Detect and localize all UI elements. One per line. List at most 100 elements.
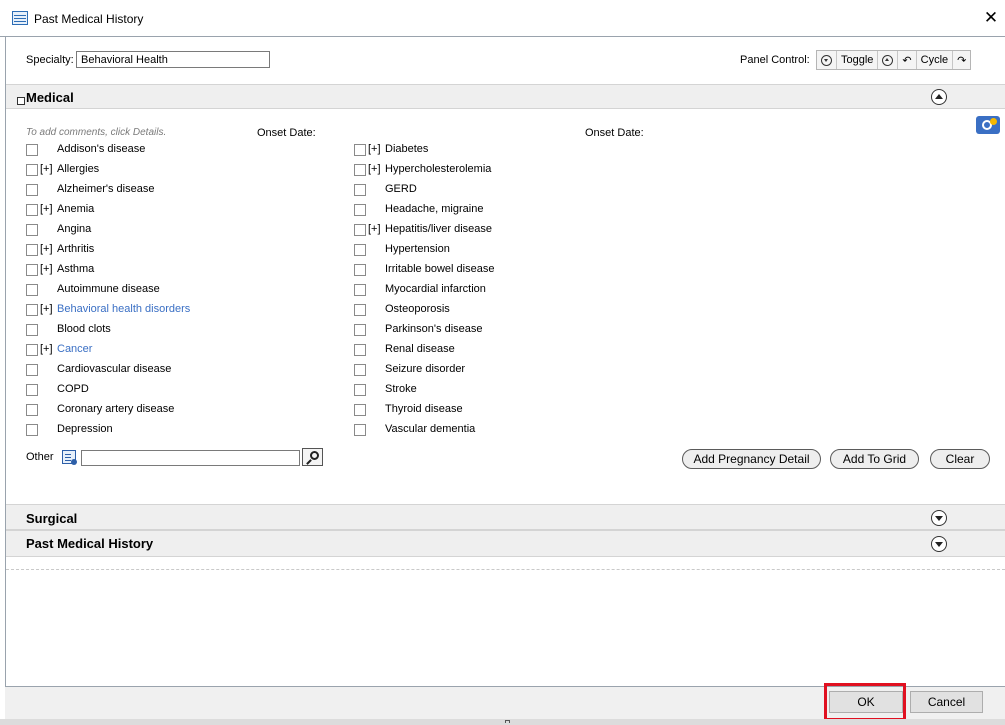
cycle-forward-button[interactable]: ↷	[953, 51, 970, 69]
medical-section-header[interactable]: Medical	[6, 84, 1005, 109]
expand-toggle[interactable]: [+]	[368, 143, 381, 155]
refresh-badge-icon[interactable]	[976, 116, 1000, 134]
list-item: GERD	[354, 182, 654, 202]
cancel-button[interactable]: Cancel	[910, 691, 983, 713]
condition-checkbox[interactable]	[26, 404, 38, 416]
collapse-all-button[interactable]	[817, 51, 837, 69]
condition-checkbox[interactable]	[26, 364, 38, 376]
condition-checkbox[interactable]	[354, 404, 366, 416]
condition-label[interactable]: Blood clots	[57, 323, 111, 335]
condition-label[interactable]: Diabetes	[385, 143, 428, 155]
condition-label[interactable]: Vascular dementia	[385, 423, 475, 435]
condition-checkbox[interactable]	[26, 324, 38, 336]
condition-label[interactable]: Irritable bowel disease	[385, 263, 494, 275]
condition-label[interactable]: Cardiovascular disease	[57, 363, 171, 375]
condition-label[interactable]: Asthma	[57, 263, 94, 275]
toggle-button[interactable]: Toggle	[837, 51, 879, 69]
condition-label[interactable]: Stroke	[385, 383, 417, 395]
condition-checkbox[interactable]	[26, 304, 38, 316]
condition-label[interactable]: Alzheimer's disease	[57, 183, 154, 195]
list-lookup-icon[interactable]	[62, 450, 77, 465]
list-item: Renal disease	[354, 342, 654, 362]
condition-checkbox[interactable]	[354, 264, 366, 276]
cycle-button[interactable]: Cycle	[917, 51, 954, 69]
condition-label[interactable]: GERD	[385, 183, 417, 195]
condition-checkbox[interactable]	[26, 204, 38, 216]
condition-label[interactable]: Hepatitis/liver disease	[385, 223, 492, 235]
condition-label[interactable]: Myocardial infarction	[385, 283, 486, 295]
condition-checkbox[interactable]	[354, 224, 366, 236]
condition-label[interactable]: Addison's disease	[57, 143, 145, 155]
condition-checkbox[interactable]	[354, 324, 366, 336]
expand-toggle[interactable]: [+]	[40, 263, 53, 275]
condition-label[interactable]: Hypercholesterolemia	[385, 163, 491, 175]
condition-label[interactable]: Anemia	[57, 203, 94, 215]
condition-label[interactable]: Autoimmune disease	[57, 283, 160, 295]
add-pregnancy-detail-button[interactable]: Add Pregnancy Detail	[682, 449, 821, 469]
condition-label[interactable]: Headache, migraine	[385, 203, 483, 215]
specialty-input[interactable]	[76, 51, 270, 68]
collapse-medical-icon[interactable]	[931, 89, 947, 105]
condition-checkbox[interactable]	[354, 204, 366, 216]
expand-toggle[interactable]: [+]	[368, 223, 381, 235]
condition-checkbox[interactable]	[354, 284, 366, 296]
expand-pmh-icon[interactable]	[931, 536, 947, 552]
expand-toggle[interactable]: [+]	[40, 343, 53, 355]
surgical-section-header[interactable]: Surgical	[6, 504, 1005, 530]
condition-checkbox[interactable]	[26, 244, 38, 256]
expand-toggle[interactable]: [+]	[40, 243, 53, 255]
condition-label[interactable]: Angina	[57, 223, 91, 235]
expand-all-button[interactable]	[878, 51, 899, 69]
condition-label[interactable]: Seizure disorder	[385, 363, 465, 375]
comments-hint: To add comments, click Details.	[26, 127, 167, 138]
close-icon[interactable]: ✕	[981, 8, 1001, 28]
condition-checkbox[interactable]	[354, 424, 366, 436]
expand-toggle[interactable]: [+]	[368, 163, 381, 175]
condition-label[interactable]: Osteoporosis	[385, 303, 450, 315]
chevron-up-icon	[882, 54, 894, 66]
condition-checkbox[interactable]	[26, 224, 38, 236]
condition-checkbox[interactable]	[354, 184, 366, 196]
condition-label[interactable]: Renal disease	[385, 343, 455, 355]
condition-checkbox[interactable]	[26, 284, 38, 296]
condition-checkbox[interactable]	[354, 384, 366, 396]
expand-toggle[interactable]: [+]	[40, 303, 53, 315]
condition-checkbox[interactable]	[354, 164, 366, 176]
condition-checkbox[interactable]	[354, 244, 366, 256]
cycle-back-button[interactable]: ↶	[898, 51, 917, 69]
expand-toggle[interactable]: [+]	[40, 163, 53, 175]
add-to-grid-button[interactable]: Add To Grid	[830, 449, 919, 469]
condition-label[interactable]: Parkinson's disease	[385, 323, 483, 335]
pmh-section-header[interactable]: Past Medical History	[6, 530, 1005, 557]
other-input[interactable]	[81, 450, 300, 466]
condition-label[interactable]: Coronary artery disease	[57, 403, 174, 415]
search-button[interactable]	[302, 448, 323, 466]
condition-label[interactable]: Allergies	[57, 163, 99, 175]
condition-checkbox[interactable]	[26, 164, 38, 176]
condition-checkbox[interactable]	[354, 364, 366, 376]
condition-label[interactable]: Depression	[57, 423, 113, 435]
condition-checkbox[interactable]	[26, 184, 38, 196]
condition-checkbox[interactable]	[26, 424, 38, 436]
condition-label[interactable]: Arthritis	[57, 243, 94, 255]
condition-checkbox[interactable]	[26, 144, 38, 156]
redo-arrow-icon: ↷	[957, 54, 967, 67]
condition-checkbox[interactable]	[354, 304, 366, 316]
clear-button[interactable]: Clear	[930, 449, 990, 469]
title-bar: Past Medical History ✕	[0, 0, 1005, 37]
list-item: Cardiovascular disease	[26, 362, 326, 382]
expand-toggle[interactable]: [+]	[40, 203, 53, 215]
condition-link[interactable]: Cancer	[57, 343, 92, 355]
condition-label[interactable]: COPD	[57, 383, 89, 395]
condition-label[interactable]: Thyroid disease	[385, 403, 463, 415]
condition-checkbox[interactable]	[354, 144, 366, 156]
condition-checkbox[interactable]	[26, 344, 38, 356]
condition-checkbox[interactable]	[26, 264, 38, 276]
expand-surgical-icon[interactable]	[931, 510, 947, 526]
list-item: [+] Allergies	[26, 162, 326, 182]
condition-link[interactable]: Behavioral health disorders	[57, 303, 190, 315]
condition-label[interactable]: Hypertension	[385, 243, 450, 255]
condition-checkbox[interactable]	[26, 384, 38, 396]
condition-checkbox[interactable]	[354, 344, 366, 356]
undo-arrow-icon: ↶	[902, 54, 912, 67]
